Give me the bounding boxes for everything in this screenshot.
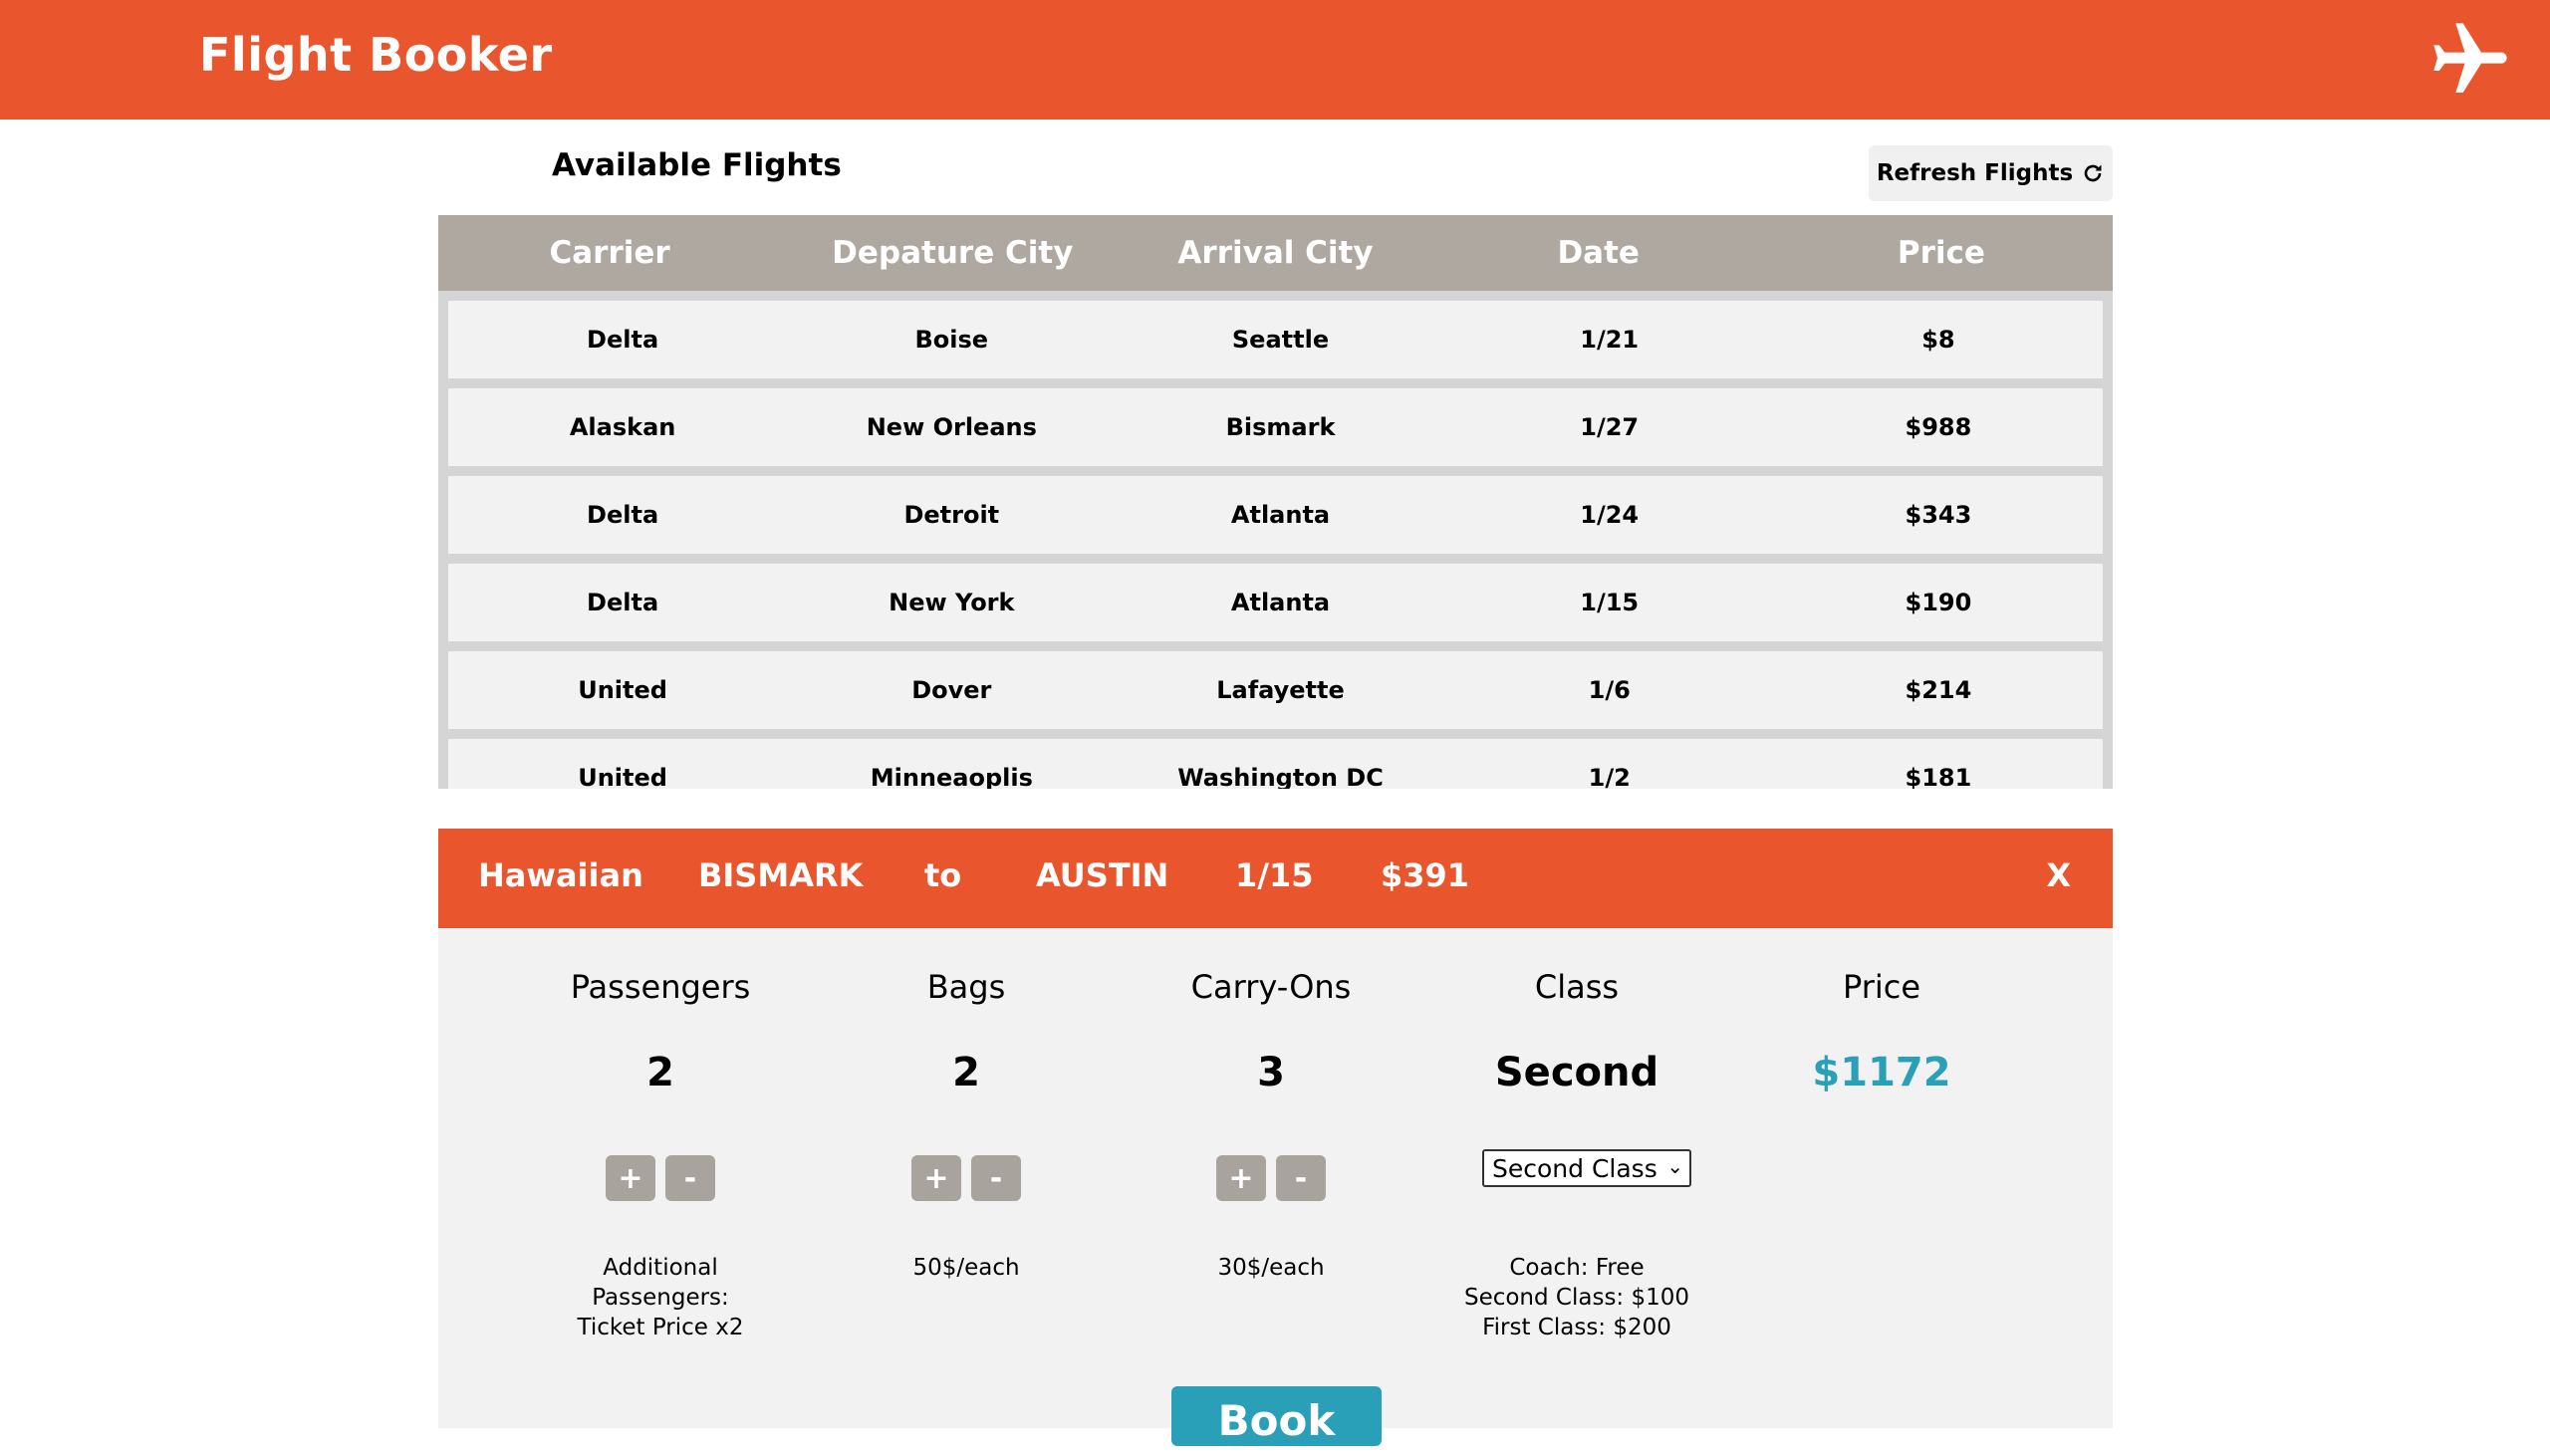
cell-arrival-city: Washington DC — [1177, 764, 1384, 789]
passengers-minus-button[interactable]: - — [665, 1155, 715, 1201]
cell-arrival-city: Bismark — [1225, 413, 1336, 441]
cell-price: $343 — [1905, 501, 1972, 529]
book-button[interactable]: Book — [1171, 1386, 1382, 1446]
cell-arrival-city: Atlanta — [1230, 589, 1331, 616]
selected-arrival-city: AUSTIN — [1036, 856, 1169, 894]
airplane-icon — [2433, 23, 2507, 93]
cell-price: $190 — [1905, 589, 1972, 616]
bags-stepper: + - — [817, 1155, 1116, 1201]
class-note-first: First Class: $200 — [1482, 1315, 1671, 1340]
class-pricing-note: Coach: Free Second Class: $100 First Cla… — [1427, 1253, 1726, 1342]
cell-price: $214 — [1905, 676, 1972, 704]
passengers-plus-button[interactable]: + — [606, 1155, 655, 1201]
class-select-value: Second Class — [1492, 1153, 1658, 1183]
cell-departure-city: New Orleans — [866, 413, 1037, 441]
column-header-departure-city: Depature City — [832, 235, 1074, 271]
carryons-count: 3 — [1257, 1050, 1285, 1095]
column-header-arrival-city: Arrival City — [1177, 235, 1374, 271]
cell-price: $181 — [1905, 764, 1972, 789]
cell-departure-city: Detroit — [903, 501, 1000, 529]
class-note-second: Second Class: $100 — [1463, 1285, 1690, 1311]
cell-price: $988 — [1905, 413, 1972, 441]
carryons-stepper: + - — [1122, 1155, 1420, 1201]
table-row[interactable]: Alaskan New Orleans Bismark 1/27 $988 — [448, 388, 2103, 466]
passengers-note: Additional Passengers: Ticket Price x2 — [577, 1255, 744, 1340]
cell-carrier: United — [578, 676, 667, 704]
available-flights-title: Available Flights — [552, 147, 842, 183]
cell-date: 1/2 — [1588, 764, 1631, 789]
passengers-count: 2 — [646, 1050, 674, 1095]
carryons-note: 30$/each — [1217, 1255, 1325, 1281]
cell-carrier: Alaskan — [569, 413, 676, 441]
cell-arrival-city: Seattle — [1231, 326, 1330, 354]
cell-date: 1/27 — [1580, 413, 1640, 441]
class-value: Second — [1494, 1050, 1659, 1095]
booking-panel: Passengers 2 + - Additional Passengers: … — [438, 928, 2113, 1428]
selected-flight-bar: Hawaiian BISMARK to AUSTIN 1/15 $391 X — [438, 829, 2113, 928]
cell-carrier: Delta — [587, 589, 659, 616]
passengers-stepper: + - — [511, 1155, 810, 1201]
cell-carrier: United — [578, 764, 667, 789]
bags-note: 50$/each — [912, 1255, 1020, 1281]
cell-date: 1/6 — [1588, 676, 1631, 704]
bags-minus-button[interactable]: - — [971, 1155, 1021, 1201]
total-price: $1172 — [1812, 1050, 1951, 1095]
cell-carrier: Delta — [587, 326, 659, 354]
carryons-label: Carry-Ons — [1190, 968, 1352, 1006]
table-row[interactable]: United Minneaoplis Washington DC 1/2 $18… — [448, 739, 2103, 789]
table-row[interactable]: United Dover Lafayette 1/6 $214 — [448, 651, 2103, 729]
class-label: Class — [1534, 968, 1620, 1006]
carryons-plus-button[interactable]: + — [1216, 1155, 1266, 1201]
cell-departure-city: Dover — [911, 676, 992, 704]
cell-date: 1/24 — [1580, 501, 1640, 529]
bags-label: Bags — [926, 968, 1006, 1006]
close-selection-button[interactable]: X — [2046, 856, 2071, 894]
refresh-icon — [2084, 164, 2102, 182]
selected-carrier: Hawaiian — [478, 856, 643, 894]
chevron-down-icon: ⌄ — [1666, 1154, 1683, 1178]
column-header-price: Price — [1897, 235, 1985, 271]
refresh-flights-label: Refresh Flights — [1876, 160, 2074, 186]
carryons-minus-button[interactable]: - — [1276, 1155, 1326, 1201]
table-row[interactable]: Delta New York Atlanta 1/15 $190 — [448, 564, 2103, 641]
table-row[interactable]: Delta Boise Seattle 1/21 $8 — [448, 301, 2103, 378]
top-bar: Flight Booker — [0, 0, 2550, 120]
passengers-label: Passengers — [570, 968, 751, 1006]
refresh-flights-button[interactable]: Refresh Flights — [1869, 145, 2113, 201]
selected-to-label: to — [924, 856, 962, 894]
column-header-date: Date — [1557, 235, 1640, 271]
cell-date: 1/15 — [1580, 589, 1640, 616]
cell-departure-city: New York — [889, 589, 1015, 616]
table-header: Carrier Depature City Arrival City Date … — [438, 215, 2113, 291]
table-row[interactable]: Delta Detroit Atlanta 1/24 $343 — [448, 476, 2103, 554]
selected-date: 1/15 — [1235, 856, 1314, 894]
class-select[interactable]: Second Class ⌄ — [1482, 1149, 1691, 1187]
bags-plus-button[interactable]: + — [911, 1155, 961, 1201]
cell-carrier: Delta — [587, 501, 659, 529]
cell-departure-city: Minneaoplis — [870, 764, 1033, 789]
table-body: Delta Boise Seattle 1/21 $8 Alaskan New … — [438, 291, 2113, 789]
price-label: Price — [1842, 968, 1921, 1006]
cell-arrival-city: Atlanta — [1230, 501, 1331, 529]
app-title: Flight Booker — [199, 28, 553, 82]
class-note-coach: Coach: Free — [1509, 1255, 1645, 1281]
cell-price: $8 — [1921, 326, 1955, 354]
selected-departure-city: BISMARK — [698, 856, 864, 894]
cell-date: 1/21 — [1580, 326, 1640, 354]
bags-count: 2 — [952, 1050, 980, 1095]
cell-departure-city: Boise — [914, 326, 989, 354]
flights-table: Carrier Depature City Arrival City Date … — [438, 215, 2113, 789]
selected-price: $391 — [1381, 856, 1470, 894]
cell-arrival-city: Lafayette — [1216, 676, 1345, 704]
column-header-carrier: Carrier — [549, 235, 670, 271]
